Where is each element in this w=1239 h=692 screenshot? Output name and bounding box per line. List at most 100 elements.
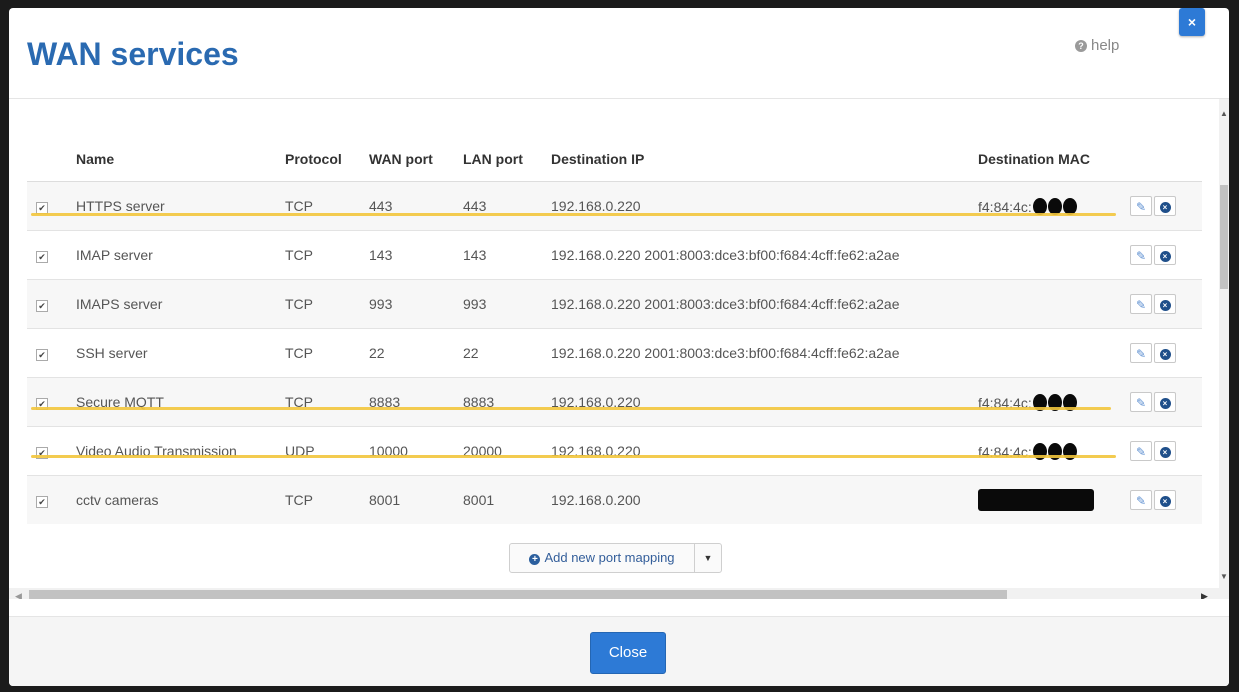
edit-button[interactable]: ✎ [1130,392,1152,412]
header-destination-ip[interactable]: Destination IP [551,137,978,182]
cell-lan-port: 443 [463,181,551,231]
edit-button[interactable]: ✎ [1130,294,1152,314]
cell-select: ✔ [27,181,76,231]
cell-wan-port: 993 [369,279,463,329]
scroll-left-arrow-icon[interactable]: ◀ [15,591,22,599]
delete-button[interactable]: × [1154,392,1176,412]
checkbox-checked-icon: ✔ [38,301,46,311]
edit-icon: ✎ [1135,200,1147,214]
horizontal-scrollbar[interactable]: ◀ ▶ [9,588,1219,599]
header-actions [1128,137,1202,182]
help-label: help [1091,37,1120,54]
scroll-down-arrow-icon[interactable]: ▼ [1220,572,1228,581]
cell-wan-port: 22 [369,328,463,378]
cell-name: IMAP server [76,230,285,280]
help-icon: ? [1075,40,1087,52]
edit-button[interactable]: ✎ [1130,245,1152,265]
redaction-mark [1047,197,1062,215]
add-port-mapping-button[interactable]: + Add new port mapping [509,543,695,573]
cell-select: ✔ [27,230,76,280]
delete-button[interactable]: × [1154,343,1176,363]
row-checkbox[interactable]: ✔ [36,300,48,312]
cell-protocol: TCP [285,377,369,427]
delete-button[interactable]: × [1154,196,1176,216]
table-row: ✔ Video Audio Transmission UDP 10000 20000 19… [27,426,1202,476]
cell-lan-port: 993 [463,279,551,329]
row-checkbox[interactable]: ✔ [36,496,48,508]
table-row: ✔ cctv cameras TCP 8001 8001 192.168.0.200 ✎ × [27,475,1202,524]
cell-actions: ✎ × [1128,328,1202,378]
checkbox-checked-icon: ✔ [38,497,46,507]
cell-destination-ip: 192.168.0.220 [551,426,978,476]
header-protocol[interactable]: Protocol [285,137,369,182]
row-checkbox[interactable]: ✔ [36,349,48,361]
add-mapping-dropdown-toggle[interactable]: ▼ [694,543,722,573]
help-link[interactable]: ? help [1075,37,1119,54]
scroll-up-arrow-icon[interactable]: ▲ [1220,109,1228,118]
cell-protocol: TCP [285,328,369,378]
cell-destination-mac [978,230,1128,280]
cell-destination-mac [978,475,1128,524]
highlight-underline [31,213,1116,216]
plus-circle-icon: + [529,554,541,565]
cell-name: Video Audio Transmission [76,426,285,476]
table-row: ✔ Secure MQTT TCP 8883 8883 192.168.0.220 f4:8… [27,377,1202,427]
cell-wan-port: 443 [369,181,463,231]
header-wan-port[interactable]: WAN port [369,137,463,182]
header-destination-mac[interactable]: Destination MAC [978,137,1128,182]
table-row: ✔ SSH server TCP 22 22 192.168.0.220 2001:800… [27,328,1202,378]
scroll-right-arrow-icon[interactable]: ▶ [1201,591,1208,599]
edit-button[interactable]: ✎ [1130,343,1152,363]
cell-actions: ✎ × [1128,475,1202,524]
cell-wan-port: 8001 [369,475,463,524]
redaction-bar [978,489,1094,511]
cell-actions: ✎ × [1128,181,1202,231]
close-x-button[interactable]: × [1179,8,1205,36]
cell-actions: ✎ × [1128,426,1202,476]
cell-lan-port: 8001 [463,475,551,524]
table-row: ✔ HTTPS server TCP 443 443 192.168.0.220 f4:84… [27,181,1202,231]
edit-icon: ✎ [1135,396,1147,410]
cell-actions: ✎ × [1128,230,1202,280]
delete-circle-icon: × [1159,349,1171,360]
delete-circle-icon: × [1159,447,1171,458]
cell-wan-port: 10000 [369,426,463,476]
delete-button[interactable]: × [1154,441,1176,461]
cell-protocol: TCP [285,230,369,280]
delete-circle-icon: × [1159,300,1171,311]
edit-icon: ✎ [1135,298,1147,312]
cell-name: cctv cameras [76,475,285,524]
checkbox-checked-icon: ✔ [38,203,46,213]
edit-button[interactable]: ✎ [1130,196,1152,216]
wan-services-modal: WAN services ? help × Name Protocol WAN … [9,8,1229,686]
edit-icon: ✎ [1135,249,1147,263]
close-button[interactable]: Close [590,632,666,674]
cell-destination-ip: 192.168.0.220 [551,181,978,231]
header-name[interactable]: Name [76,137,285,182]
cell-lan-port: 8883 [463,377,551,427]
delete-circle-icon: × [1159,496,1171,507]
table-header-row: Name Protocol WAN port LAN port Destinat… [27,137,1202,182]
horizontal-scrollbar-thumb[interactable] [29,590,1007,599]
cell-wan-port: 143 [369,230,463,280]
delete-button[interactable]: × [1154,245,1176,265]
vertical-scrollbar-thumb[interactable] [1220,185,1228,289]
delete-circle-icon: × [1159,202,1171,213]
edit-button[interactable]: ✎ [1130,490,1152,510]
checkbox-checked-icon: ✔ [38,350,46,360]
wan-services-table: Name Protocol WAN port LAN port Destinat… [27,137,1202,524]
highlight-underline [31,407,1111,410]
vertical-scrollbar[interactable]: ▲ ▼ [1219,99,1229,599]
delete-button[interactable]: × [1154,294,1176,314]
delete-button[interactable]: × [1154,490,1176,510]
cell-destination-mac: f4:84:4c: [978,181,1128,231]
cell-select: ✔ [27,426,76,476]
redaction-mark [1062,197,1077,215]
cell-name: Secure MQTT [76,377,285,427]
edit-button[interactable]: ✎ [1130,441,1152,461]
cell-wan-port: 8883 [369,377,463,427]
row-checkbox[interactable]: ✔ [36,251,48,263]
header-lan-port[interactable]: LAN port [463,137,551,182]
cell-select: ✔ [27,377,76,427]
cell-destination-ip: 192.168.0.220 2001:8003:dce3:bf00:f684:4… [551,328,978,378]
